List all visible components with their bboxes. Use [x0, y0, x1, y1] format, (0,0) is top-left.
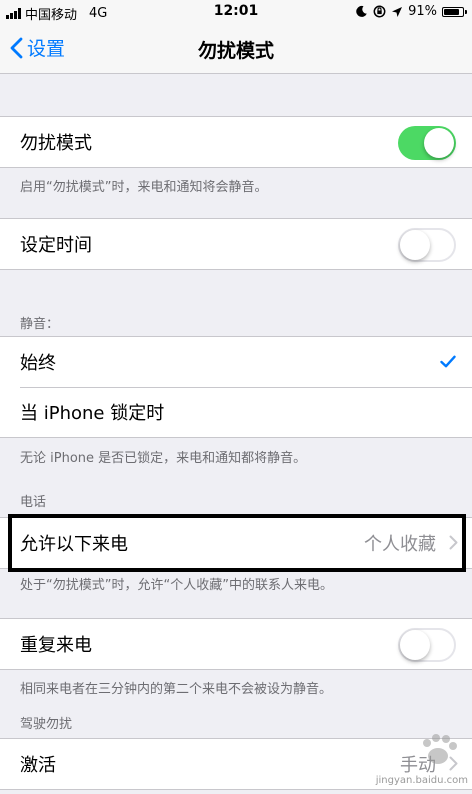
- battery-percent: 91%: [408, 4, 437, 19]
- dnd-label: 勿扰模式: [20, 133, 92, 154]
- repeated-calls-footer: 相同来电者在三分钟内的第二个来电不会被设为静音。: [20, 682, 333, 697]
- status-bar: 中国移动 4G 12:01 91%: [0, 0, 472, 24]
- scheduled-group: 设定时间: [0, 218, 472, 270]
- repeated-calls-label: 重复来电: [20, 635, 92, 656]
- repeated-calls-toggle[interactable]: [398, 628, 456, 662]
- battery-icon: [442, 6, 467, 17]
- phone-footer: 处于“勿扰模式”时，允许“个人收藏”中的联系人来电。: [20, 578, 333, 593]
- dnd-toggle[interactable]: [398, 126, 456, 160]
- battery-fill: [444, 8, 459, 15]
- silence-header: 静音：: [20, 317, 60, 332]
- silence-group: 始终 当 iPhone 锁定时: [0, 336, 472, 438]
- silence-footer: 无论 iPhone 是否已锁定，来电和通知都将静音。: [20, 451, 307, 466]
- dnd-footer: 启用“勿扰模式”时，来电和通知将会静音。: [20, 180, 268, 195]
- moon-icon: [356, 5, 367, 17]
- checkmark-icon: [440, 355, 456, 368]
- phone-header: 电话: [20, 495, 47, 510]
- silence-option-label: 当 iPhone 锁定时: [20, 403, 165, 424]
- dnd-row: 勿扰模式: [0, 117, 472, 167]
- rotation-lock-icon: [373, 5, 386, 18]
- toggle-knob: [400, 230, 430, 260]
- silence-option-always[interactable]: 始终: [0, 337, 472, 387]
- scheduled-label: 设定时间: [20, 235, 92, 256]
- activate-label: 激活: [20, 755, 56, 776]
- scheduled-toggle[interactable]: [398, 228, 456, 262]
- repeated-calls-row: 重复来电: [0, 619, 472, 669]
- silence-option-locked[interactable]: 当 iPhone 锁定时: [0, 387, 472, 437]
- watermark-text: jingyan.baidu.com: [375, 775, 468, 786]
- status-right: 91%: [355, 4, 467, 19]
- silence-option-label: 始终: [20, 353, 56, 374]
- repeated-calls-group: 重复来电: [0, 618, 472, 670]
- dnd-group: 勿扰模式: [0, 116, 472, 168]
- driving-header: 驾驶勿扰: [20, 717, 73, 732]
- page-title: 勿扰模式: [197, 40, 274, 62]
- highlight-annotation-box: [8, 514, 466, 572]
- toggle-knob: [400, 630, 430, 660]
- toggle-knob: [424, 128, 454, 158]
- location-icon: [392, 6, 403, 17]
- navigation-bar: 设置 勿扰模式: [0, 24, 472, 74]
- scheduled-row: 设定时间: [0, 219, 472, 269]
